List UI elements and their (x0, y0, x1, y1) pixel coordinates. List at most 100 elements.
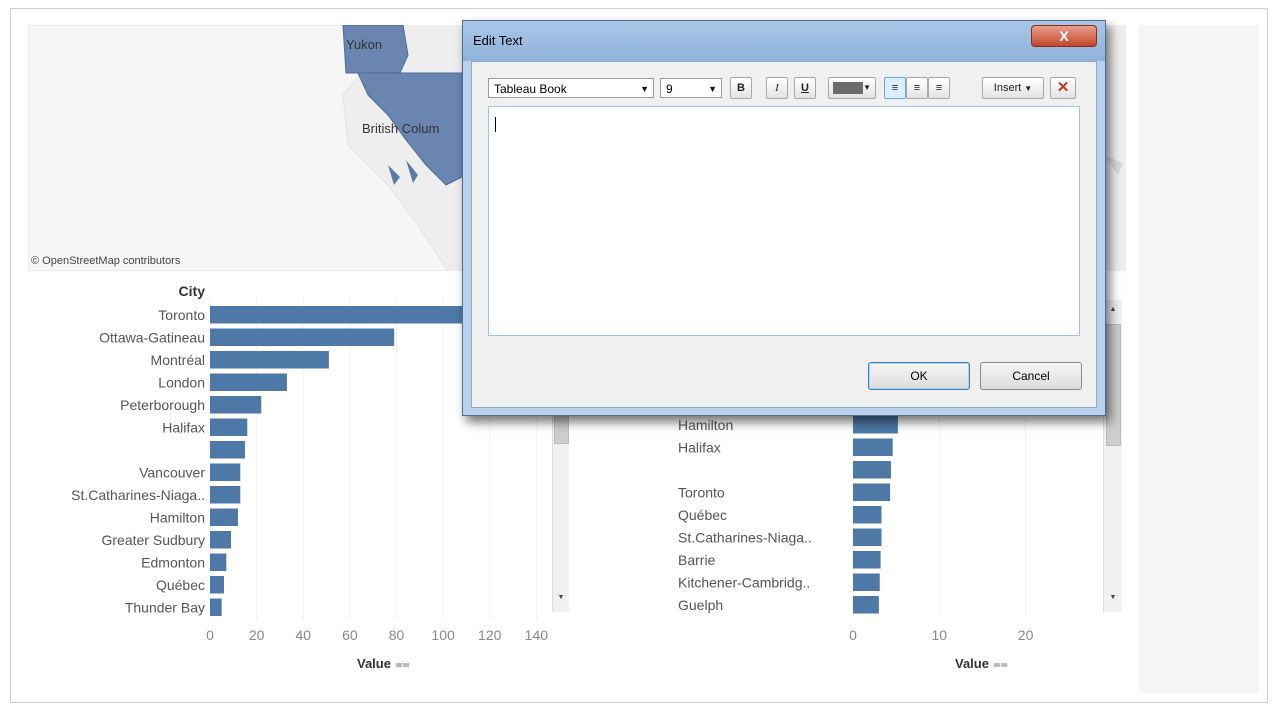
category-label: Ottawa-Gatineau (99, 330, 205, 346)
bar[interactable] (210, 418, 248, 437)
x-tick-label: 100 (431, 627, 455, 643)
align-right-button[interactable]: ≡ (928, 77, 950, 99)
color-swatch-icon (833, 82, 863, 94)
right-scroll-thumb[interactable] (1106, 324, 1121, 446)
bar[interactable] (853, 438, 893, 457)
align-left-icon: ≡ (891, 82, 899, 94)
category-label: Toronto (158, 307, 205, 323)
sort-icon: ⩵ (992, 656, 1008, 671)
align-left-button[interactable]: ≡ (884, 77, 906, 99)
scroll-down-arrow-icon[interactable]: ▼ (1105, 594, 1121, 601)
align-right-icon: ≡ (935, 82, 943, 94)
font-size-value: 9 (666, 82, 673, 96)
x-tick-label: 140 (525, 627, 549, 643)
insert-menu-button[interactable]: Insert ▼ (982, 77, 1044, 99)
text-editor-area[interactable] (488, 106, 1080, 336)
insert-label: Insert (993, 82, 1022, 94)
category-label: Edmonton (141, 555, 205, 571)
right-x-axis-title[interactable]: Value ⩵ (955, 656, 1008, 672)
category-label: London (158, 375, 205, 391)
category-label: Québec (156, 577, 205, 593)
category-label: St.Catharines-Niaga.. (71, 487, 205, 503)
bar[interactable] (210, 508, 238, 527)
category-label: Hamilton (678, 417, 733, 433)
bar[interactable] (853, 416, 898, 434)
underline-button[interactable]: U (794, 77, 816, 99)
category-label: Kitchener-Cambridg.. (678, 575, 810, 591)
x-tick-label: 0 (206, 627, 214, 643)
category-label: Thunder Bay (125, 600, 205, 616)
x-tick-label: 20 (249, 627, 265, 643)
category-label: Halifax (162, 420, 205, 436)
scroll-down-arrow-icon[interactable]: ▼ (553, 594, 569, 601)
font-family-select[interactable]: Tableau Book ▼ (488, 78, 654, 98)
category-label: Toronto (678, 485, 725, 501)
bar[interactable] (853, 551, 881, 569)
category-label: Vancouver (139, 465, 205, 481)
align-center-button[interactable]: ≡ (906, 77, 928, 99)
category-label: Halifax (678, 440, 721, 456)
chevron-down-icon: ▼ (863, 83, 871, 92)
bar[interactable] (210, 486, 241, 504)
bar[interactable] (210, 328, 395, 347)
bold-button[interactable]: B (730, 77, 752, 99)
x-tick-label: 60 (342, 627, 358, 643)
sort-icon: ⩵ (394, 656, 410, 671)
category-label: St.Catharines-Niaga.. (678, 530, 812, 546)
x-tick-label: 0 (849, 627, 857, 643)
dialog-title: Edit Text (473, 33, 523, 48)
text-cursor (495, 117, 496, 132)
x-tick-label: 10 (932, 627, 948, 643)
bar[interactable] (210, 531, 231, 549)
chevron-down-icon: ▼ (1024, 84, 1033, 93)
bar[interactable] (210, 351, 329, 369)
category-header: City (179, 283, 206, 299)
category-label: Greater Sudbury (102, 532, 206, 548)
category-label: Hamilton (150, 510, 205, 526)
italic-button[interactable]: I (766, 77, 788, 99)
right-x-axis-label: Value (955, 656, 989, 671)
british-columbia-label: British Colum (362, 121, 440, 136)
bar[interactable] (853, 573, 880, 592)
bar[interactable] (853, 506, 882, 524)
font-family-value: Tableau Book (494, 82, 567, 96)
bar[interactable] (210, 441, 245, 459)
bar[interactable] (210, 598, 222, 617)
bar[interactable] (210, 553, 227, 572)
font-color-button[interactable]: ▼ (828, 77, 876, 99)
bar[interactable] (210, 396, 262, 414)
clear-formatting-icon[interactable]: ✕ (1050, 77, 1076, 99)
category-label: Guelph (678, 597, 723, 613)
x-tick-label: 120 (478, 627, 502, 643)
right-side-panel (1139, 25, 1259, 693)
x-tick-label: 80 (389, 627, 405, 643)
ok-button[interactable]: OK (868, 362, 970, 390)
dialog-body: Tableau Book ▼ 9 ▼ B I U ▼ ≡ ≡ ≡ Insert ▼… (471, 61, 1097, 408)
font-size-select[interactable]: 9 ▼ (660, 78, 722, 98)
left-x-axis-title[interactable]: Value ⩵ (357, 656, 410, 672)
x-tick-label: 40 (295, 627, 311, 643)
scroll-up-arrow-icon[interactable]: ▲ (1105, 306, 1121, 313)
bar[interactable] (210, 463, 241, 482)
bar[interactable] (853, 483, 891, 502)
category-label: Québec (678, 507, 727, 523)
close-icon[interactable]: X (1031, 25, 1097, 47)
bar[interactable] (853, 461, 891, 479)
chevron-down-icon: ▼ (708, 84, 717, 94)
bar[interactable] (853, 596, 879, 614)
dialog-title-bar[interactable]: Edit Text X (463, 21, 1105, 61)
bar[interactable] (210, 576, 224, 594)
map-attribution: © OpenStreetMap contributors (31, 255, 181, 267)
category-label: Barrie (678, 552, 716, 568)
bar[interactable] (853, 528, 882, 547)
edit-text-dialog: Edit Text X Tableau Book ▼ 9 ▼ B I U ▼ ≡… (462, 20, 1106, 416)
category-label: Peterborough (120, 397, 205, 413)
chevron-down-icon: ▼ (640, 84, 649, 94)
left-x-axis-label: Value (357, 656, 391, 671)
x-tick-label: 20 (1018, 627, 1034, 643)
align-center-icon: ≡ (913, 82, 921, 94)
cancel-button[interactable]: Cancel (980, 362, 1082, 390)
yukon-label: Yukon (346, 37, 383, 52)
bar[interactable] (210, 373, 287, 392)
category-label: Montréal (151, 352, 205, 368)
